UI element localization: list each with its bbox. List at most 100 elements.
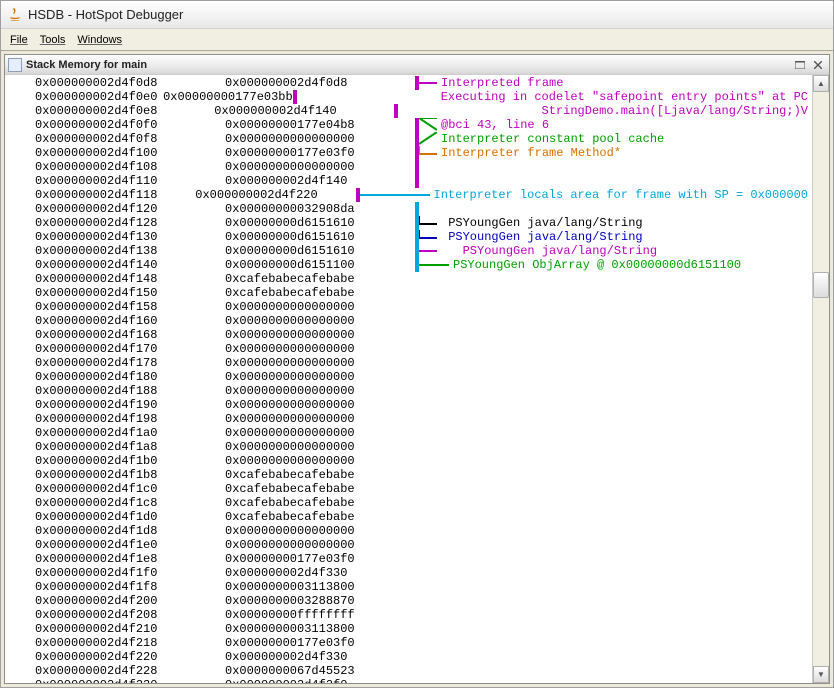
value-cell: 0x000000002d4f2f0 [225, 678, 415, 683]
value-cell: 0x00000000d6151610 [225, 216, 415, 230]
stack-memory-window: Stack Memory for main 0x000000002d4f0d80… [4, 54, 830, 684]
annotation-cell [415, 524, 808, 538]
annotation-cell [415, 566, 808, 580]
address-cell: 0x000000002d4f120 [35, 202, 225, 216]
memory-row: 0x000000002d4f1900x0000000000000000 [35, 398, 808, 412]
annotation-cell: @bci 43, line 6 [415, 118, 808, 132]
memory-pane[interactable]: 0x000000002d4f0d80x000000002d4f0d8Interp… [5, 75, 812, 683]
vertical-scrollbar[interactable]: ▲ ▼ [812, 75, 829, 683]
memory-row: 0x000000002d4f1700x0000000000000000 [35, 342, 808, 356]
maximize-button[interactable] [792, 58, 808, 72]
address-cell: 0x000000002d4f170 [35, 342, 225, 356]
address-cell: 0x000000002d4f150 [35, 286, 225, 300]
value-cell: 0xcafebabecafebabe [225, 510, 415, 524]
memory-row: 0x000000002d4f1d80x0000000000000000 [35, 524, 808, 538]
value-cell: 0x000000002d4f140 [225, 174, 415, 188]
memory-row: 0x000000002d4f1f00x000000002d4f330 [35, 566, 808, 580]
annotation-cell [415, 160, 808, 174]
annotation-cell [415, 314, 808, 328]
mdi-area: Stack Memory for main 0x000000002d4f0d80… [1, 51, 833, 687]
address-cell: 0x000000002d4f208 [35, 608, 225, 622]
address-cell: 0x000000002d4f0e0 [35, 90, 163, 104]
titlebar[interactable]: HSDB - HotSpot Debugger [1, 1, 833, 29]
address-cell: 0x000000002d4f118 [35, 188, 195, 202]
address-cell: 0x000000002d4f180 [35, 370, 225, 384]
menubar: File Tools Windows [1, 29, 833, 51]
memory-row: 0x000000002d4f1e00x0000000000000000 [35, 538, 808, 552]
memory-row: 0x000000002d4f1880x0000000000000000 [35, 384, 808, 398]
value-cell: 0x0000000000000000 [225, 370, 415, 384]
inner-titlebar[interactable]: Stack Memory for main [5, 55, 829, 75]
annotation-cell [415, 370, 808, 384]
memory-row: 0x000000002d4f1a80x0000000000000000 [35, 440, 808, 454]
annotation-cell: PSYoungGen ObjArray @ 0x00000000d6151100 [415, 258, 808, 272]
address-cell: 0x000000002d4f0e8 [35, 104, 214, 118]
value-cell: 0x0000000000000000 [225, 160, 415, 174]
memory-row: 0x000000002d4f2280x0000000067d45523 [35, 664, 808, 678]
value-cell: 0xcafebabecafebabe [225, 272, 415, 286]
address-cell: 0x000000002d4f0d8 [35, 76, 225, 90]
memory-row: 0x000000002d4f1b00x0000000000000000 [35, 454, 808, 468]
memory-row: 0x000000002d4f1600x0000000000000000 [35, 314, 808, 328]
address-cell: 0x000000002d4f198 [35, 412, 225, 426]
scroll-track[interactable] [813, 92, 829, 666]
address-cell: 0x000000002d4f188 [35, 384, 225, 398]
value-cell: 0xcafebabecafebabe [225, 468, 415, 482]
memory-row: 0x000000002d4f1180x000000002d4f220Interp… [35, 188, 808, 202]
scroll-thumb[interactable] [813, 272, 829, 298]
annotation-cell [415, 650, 808, 664]
annotation-cell: Interpreter locals area for frame with S… [356, 188, 808, 202]
annotation-cell [415, 384, 808, 398]
value-cell: 0x0000000000000000 [225, 342, 415, 356]
close-button[interactable] [810, 58, 826, 72]
memory-row: 0x000000002d4f2200x000000002d4f330 [35, 650, 808, 664]
value-cell: 0x00000000177e03f0 [225, 552, 415, 566]
annotation-cell [415, 328, 808, 342]
memory-row: 0x000000002d4f1480xcafebabecafebabe [35, 272, 808, 286]
annotation-cell [415, 202, 808, 216]
scroll-up-button[interactable]: ▲ [813, 75, 829, 92]
annotation-cell [415, 342, 808, 356]
app-title: HSDB - HotSpot Debugger [28, 7, 183, 22]
menu-file[interactable]: File [4, 32, 34, 48]
memory-row: 0x000000002d4f0f00x00000000177e04b8@bci … [35, 118, 808, 132]
annotation-cell [415, 356, 808, 370]
value-cell: 0x00000000177e03f0 [225, 636, 415, 650]
address-cell: 0x000000002d4f0f8 [35, 132, 225, 146]
menu-windows[interactable]: Windows [71, 32, 128, 48]
panel-title: Stack Memory for main [26, 59, 147, 71]
memory-row: 0x000000002d4f1c00xcafebabecafebabe [35, 482, 808, 496]
annotation-cell: Executing in codelet "safepoint entry po… [293, 90, 808, 104]
annotation-cell [415, 426, 808, 440]
memory-row: 0x000000002d4f2000x0000000003288870 [35, 594, 808, 608]
memory-row: 0x000000002d4f1e80x00000000177e03f0 [35, 552, 808, 566]
value-cell: 0x0000000067d45523 [225, 664, 415, 678]
address-cell: 0x000000002d4f1f0 [35, 566, 225, 580]
address-cell: 0x000000002d4f1d8 [35, 524, 225, 538]
annotation-cell [415, 454, 808, 468]
value-cell: 0x0000000003113800 [225, 622, 415, 636]
value-cell: 0x0000000000000000 [225, 524, 415, 538]
menu-tools[interactable]: Tools [34, 32, 72, 48]
scroll-down-button[interactable]: ▼ [813, 666, 829, 683]
value-cell: 0x0000000000000000 [225, 328, 415, 342]
annotation-cell [415, 622, 808, 636]
application-window: HSDB - HotSpot Debugger File Tools Windo… [0, 0, 834, 688]
java-icon [7, 7, 23, 23]
memory-row: 0x000000002d4f0d80x000000002d4f0d8Interp… [35, 76, 808, 90]
annotation-cell [415, 398, 808, 412]
annotation-cell: Interpreted frame [415, 76, 808, 90]
value-cell: 0x0000000000000000 [225, 454, 415, 468]
annotation-cell [415, 664, 808, 678]
value-cell: 0xcafebabecafebabe [225, 482, 415, 496]
address-cell: 0x000000002d4f100 [35, 146, 225, 160]
memory-row: 0x000000002d4f1380x00000000d6151610 PSYo… [35, 244, 808, 258]
memory-row: 0x000000002d4f1c80xcafebabecafebabe [35, 496, 808, 510]
address-cell: 0x000000002d4f1e0 [35, 538, 225, 552]
value-cell: 0xcafebabecafebabe [225, 496, 415, 510]
value-cell: 0x0000000000000000 [225, 412, 415, 426]
annotation-cell: PSYoungGen java/lang/String [415, 216, 808, 230]
value-cell: 0x00000000177e03bb [163, 90, 293, 104]
memory-row: 0x000000002d4f1000x00000000177e03f0Inter… [35, 146, 808, 160]
address-cell: 0x000000002d4f128 [35, 216, 225, 230]
